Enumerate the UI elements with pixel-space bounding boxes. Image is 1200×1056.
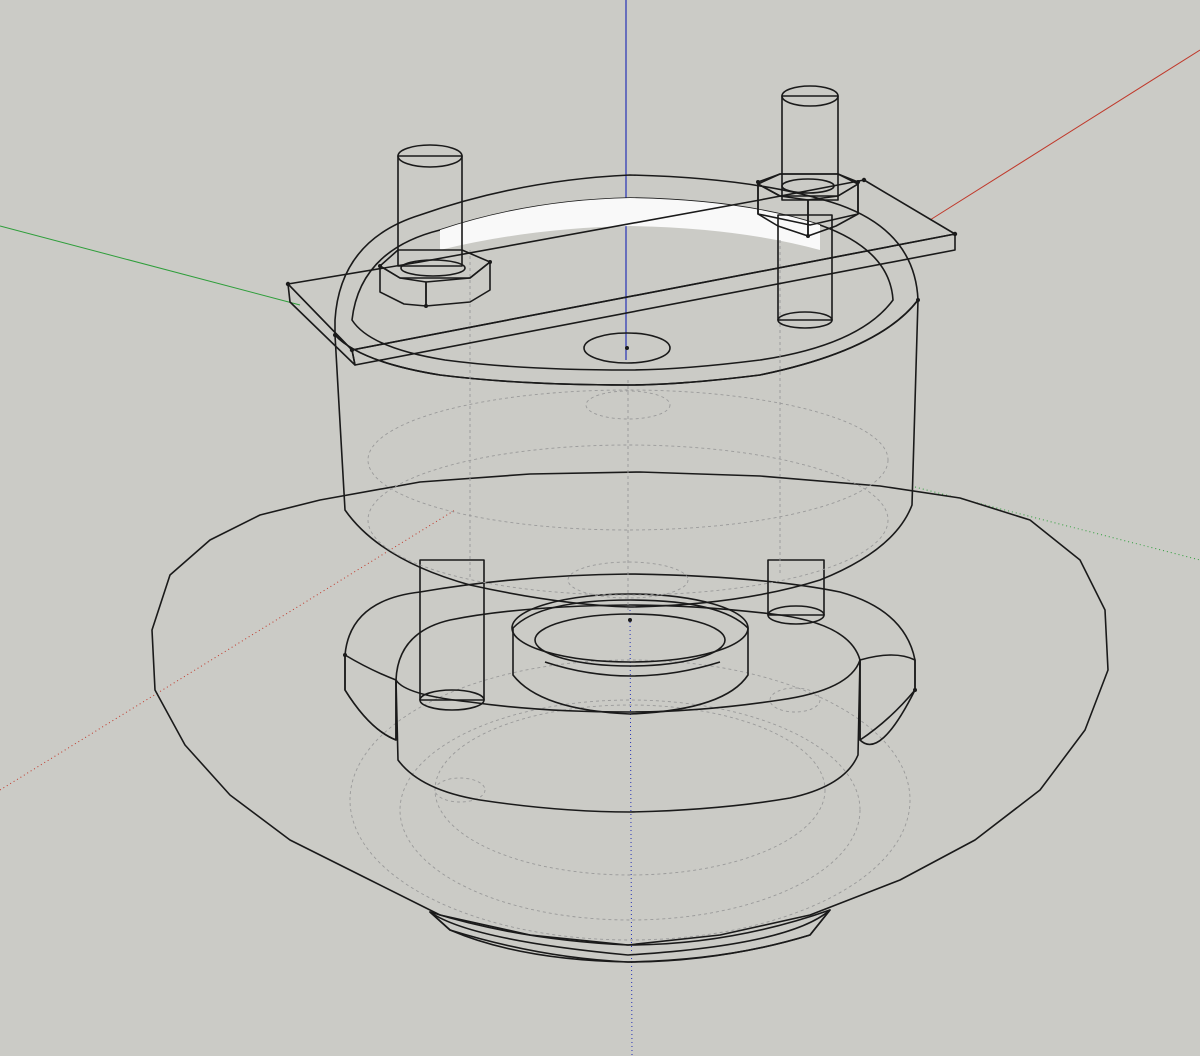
- base-hub-underside: [429, 909, 831, 963]
- recess-wall-left: [344, 654, 397, 741]
- clamp-plate-front: [351, 233, 956, 366]
- blue-axis-negative: [629, 609, 633, 1056]
- axes: [0, 0, 1200, 1056]
- base-flange[interactable]: [151, 471, 1109, 963]
- collar-wall[interactable]: [395, 659, 861, 813]
- hex-nut-left[interactable]: [379, 249, 491, 307]
- post-right-upper[interactable]: [781, 95, 839, 201]
- green-axis-positive: [0, 225, 301, 306]
- red-axis-negative: [0, 509, 456, 791]
- base-flange-disc[interactable]: [151, 471, 1109, 946]
- post-left-lower[interactable]: [419, 559, 485, 701]
- modeling-viewport[interactable]: [0, 0, 1200, 1056]
- recess-wall-right: [859, 654, 916, 741]
- bushing-ring-outer[interactable]: [512, 599, 749, 715]
- red-axis-positive: [929, 49, 1200, 221]
- clamp-plate-edge: [287, 283, 356, 366]
